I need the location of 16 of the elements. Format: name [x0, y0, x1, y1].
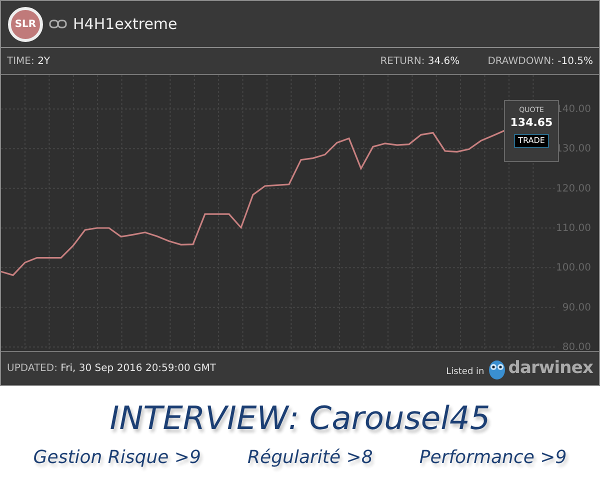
- trade-button[interactable]: TRADE: [514, 134, 549, 148]
- score-text: Performance >9: [419, 446, 567, 470]
- banner-title: INTERVIEW: Carousel45: [110, 398, 490, 439]
- updated-text: UPDATED: Fri, 30 Sep 2016 20:59:00 GMT: [7, 362, 216, 376]
- stat-text: DRAWDOWN: -10.5%: [488, 54, 593, 68]
- listed-label: Listed in: [446, 366, 484, 379]
- link-icon: [49, 19, 67, 29]
- quote-value: 134.65: [510, 116, 553, 130]
- avatar: SLR: [8, 6, 43, 42]
- score-text: Régularité >8: [248, 446, 373, 470]
- stat-text: TIME: 2Y: [7, 54, 50, 68]
- strategy-title: H4H1extreme: [73, 14, 178, 35]
- brand-name: darwinex: [508, 356, 593, 380]
- score-text: Gestion Risque >9: [33, 446, 201, 470]
- owl-icon: [488, 358, 506, 380]
- stat-text: RETURN: 34.6%: [380, 54, 460, 68]
